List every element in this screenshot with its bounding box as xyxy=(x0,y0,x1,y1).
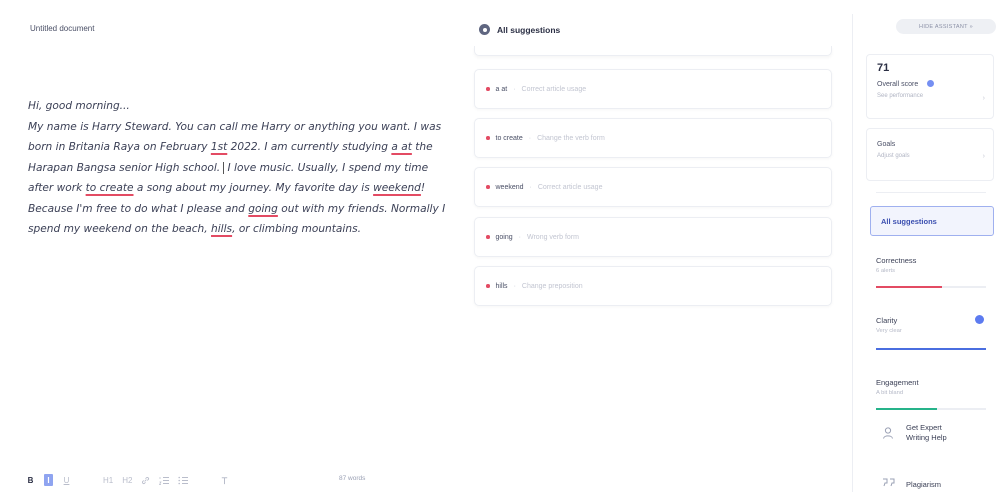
word-count[interactable]: 87 words xyxy=(339,475,365,482)
underline-button[interactable]: U xyxy=(62,474,71,486)
expert-help-button[interactable]: Get Expert Writing Help xyxy=(882,423,947,443)
suggestions-header: All suggestions xyxy=(479,24,560,35)
suggestions-title: All suggestions xyxy=(497,24,561,35)
category-status: A bit bland xyxy=(876,390,904,396)
expert-help-line1: Get Expert xyxy=(906,423,942,432)
error-dot-icon xyxy=(486,87,490,91)
suggestion-description: Wrong verb form xyxy=(526,233,579,241)
error-dot-icon xyxy=(486,185,490,189)
category-progress-bar xyxy=(876,286,986,288)
document-title[interactable]: Untitled document xyxy=(30,24,94,33)
chevron-right-icon: › xyxy=(982,153,985,160)
suggestion-card[interactable]: to create · Change the verb form xyxy=(474,118,832,158)
separator: · xyxy=(513,85,516,93)
suggestion-description: Change preposition xyxy=(521,282,583,290)
body-paragraph: My name is Harry Steward. You can call m… xyxy=(28,117,448,240)
separator: · xyxy=(513,282,516,290)
category-progress-fill xyxy=(876,286,942,288)
all-suggestions-label: All suggestions xyxy=(881,216,937,226)
text-segment: , or climbing mountains. xyxy=(232,223,361,235)
error-dot-icon xyxy=(486,235,490,239)
overall-score-card[interactable]: 71 Overall score See performance › xyxy=(866,54,994,119)
see-performance-link[interactable]: See performance xyxy=(877,93,923,99)
text-segment: 2022. I am currently studying xyxy=(227,141,392,153)
suggestion-card[interactable]: weekend · Correct article usage xyxy=(474,167,832,207)
adjust-goals-link[interactable]: Adjust goals xyxy=(877,153,910,159)
category-clarity[interactable]: Clarity Very clear xyxy=(876,315,988,350)
category-correctness[interactable]: Correctness 6 alerts xyxy=(876,256,988,288)
all-suggestions-tab[interactable]: All suggestions xyxy=(870,206,994,236)
category-name: Engagement xyxy=(876,378,919,387)
chevron-right-icon: » xyxy=(969,23,973,30)
suggestion-word: going xyxy=(495,233,513,241)
text-segment: a song about my journey. My favorite day… xyxy=(133,182,374,194)
heading1-button[interactable]: H1 xyxy=(103,474,113,486)
suggestion-card[interactable]: going · Wrong verb form xyxy=(474,217,832,257)
sidebar-divider xyxy=(852,14,853,492)
person-icon xyxy=(882,426,896,440)
separator: · xyxy=(518,233,521,241)
suggestion-card-partial[interactable] xyxy=(474,46,832,56)
error-dot-icon xyxy=(486,136,490,140)
expert-help-line2: Writing Help xyxy=(906,433,947,442)
category-status: 6 alerts xyxy=(876,268,896,274)
suggestion-description: Change the verb form xyxy=(537,134,605,142)
hide-assistant-button[interactable]: HIDE ASSISTANT » xyxy=(896,19,996,34)
ordered-list-icon[interactable] xyxy=(159,474,170,486)
suggestion-word: weekend xyxy=(495,183,524,191)
category-engagement[interactable]: Engagement A bit bland xyxy=(876,378,988,410)
quote-icon xyxy=(882,475,896,492)
separator: · xyxy=(528,134,532,142)
chevron-right-icon: › xyxy=(982,95,985,102)
flagged-word[interactable]: to create xyxy=(86,182,134,194)
plagiarism-label: Plagiarism xyxy=(906,479,942,489)
italic-button[interactable]: I xyxy=(44,474,53,486)
suggestions-icon xyxy=(479,24,490,35)
separator: · xyxy=(529,183,532,191)
category-progress-fill xyxy=(876,408,937,410)
suggestion-card[interactable]: a at · Correct article usage xyxy=(474,69,832,109)
heading2-button[interactable]: H2 xyxy=(122,474,132,486)
check-badge-icon xyxy=(975,315,984,324)
clear-format-icon[interactable] xyxy=(220,474,229,486)
suggestion-word: to create xyxy=(495,134,523,142)
toolbar-divider xyxy=(197,474,211,486)
editor-body[interactable]: Hi, good morning... My name is Harry Ste… xyxy=(28,96,448,240)
greeting-line: Hi, good morning... xyxy=(28,100,130,112)
flagged-word[interactable]: hills xyxy=(211,223,232,235)
category-name: Clarity xyxy=(876,316,898,325)
category-progress-bar xyxy=(876,348,986,350)
flagged-word[interactable]: going xyxy=(248,203,278,215)
suggestion-word: a at xyxy=(495,85,508,93)
suggestion-word: hills xyxy=(495,282,508,290)
toolbar-divider xyxy=(80,474,94,486)
hide-assistant-label: HIDE ASSISTANT xyxy=(919,23,968,30)
overall-score-label: Overall score xyxy=(877,81,919,88)
flagged-word[interactable]: 1st xyxy=(211,141,227,153)
category-progress-bar xyxy=(876,408,986,410)
score-indicator-dot xyxy=(927,80,934,87)
overall-score-value: 71 xyxy=(877,62,890,74)
bold-button[interactable]: B xyxy=(26,474,35,486)
bullet-list-icon[interactable] xyxy=(178,474,189,486)
format-toolbar: B I U H1 H2 xyxy=(26,474,229,486)
suggestion-card[interactable]: hills · Change preposition xyxy=(474,266,832,306)
suggestion-description: Correct article usage xyxy=(537,183,603,191)
flagged-word[interactable]: a at xyxy=(391,141,412,153)
category-progress-fill xyxy=(876,348,986,350)
goals-label: Goals xyxy=(877,141,896,148)
category-name: Correctness xyxy=(876,256,917,265)
category-status: Very clear xyxy=(876,328,902,334)
suggestion-description: Correct article usage xyxy=(521,85,587,93)
goals-card[interactable]: Goals Adjust goals › xyxy=(866,128,994,181)
error-dot-icon xyxy=(486,284,490,288)
link-icon[interactable] xyxy=(141,474,150,486)
sidebar-separator xyxy=(876,192,986,193)
flagged-word[interactable]: weekend xyxy=(373,182,421,194)
expert-help-label: Get Expert Writing Help xyxy=(906,423,947,443)
plagiarism-button[interactable]: Plagiarism xyxy=(882,475,941,492)
